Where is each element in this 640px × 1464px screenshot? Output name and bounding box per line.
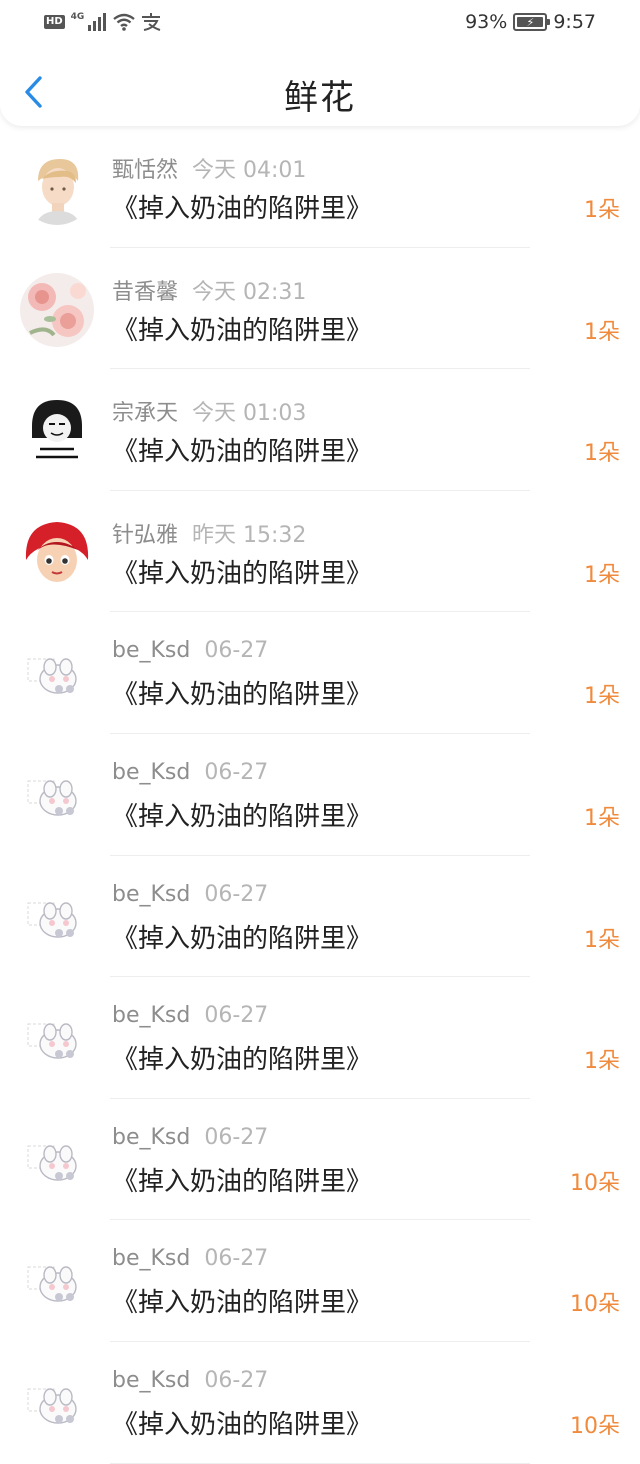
sent-time: 今天 02:31 bbox=[192, 279, 307, 305]
sent-time: 06-27 bbox=[204, 1246, 269, 1272]
sender-name: be_Ksd 06-27 bbox=[112, 1368, 268, 1393]
avatar-redhair-girl[interactable] bbox=[20, 515, 94, 590]
flower-count: 1朵 bbox=[584, 198, 620, 223]
sent-time: 06-27 bbox=[204, 1003, 269, 1029]
sender-name: 甄恬然 今天 04:01 bbox=[112, 152, 306, 184]
book-title: 《掉入奶油的陷阱里》 bbox=[112, 1409, 373, 1440]
sender-name: 昔香馨 今天 02:31 bbox=[112, 274, 306, 306]
sender-name: be_Ksd 06-27 bbox=[112, 1003, 268, 1028]
avatar-default[interactable] bbox=[20, 1366, 94, 1441]
avatar-meme[interactable] bbox=[20, 394, 94, 469]
avatar-default[interactable] bbox=[20, 880, 94, 955]
list-item[interactable]: 宗承天 今天 01:03 《掉入奶油的陷阱里》 1朵 bbox=[0, 369, 640, 491]
sent-time: 06-27 bbox=[204, 1124, 269, 1150]
avatar-anime-boy[interactable] bbox=[20, 151, 94, 225]
book-title: 《掉入奶油的陷阱里》 bbox=[112, 558, 373, 589]
sender-name: be_Ksd 06-27 bbox=[112, 638, 268, 663]
sender-name-text: 宗承天 bbox=[112, 401, 179, 427]
book-title: 《掉入奶油的陷阱里》 bbox=[112, 315, 373, 346]
battery-icon: ⚡ bbox=[513, 13, 551, 31]
book-title: 《掉入奶油的陷阱里》 bbox=[112, 923, 373, 954]
avatar-default[interactable] bbox=[20, 758, 94, 833]
sender-name-text: be_Ksd bbox=[112, 759, 191, 785]
avatar-default[interactable] bbox=[20, 1123, 94, 1198]
list-item[interactable]: be_Ksd 06-27 《掉入奶油的陷阱里》 1朵 bbox=[0, 977, 640, 1099]
sender-name-text: be_Ksd bbox=[112, 638, 191, 664]
list-item[interactable]: 昔香馨 今天 02:31 《掉入奶油的陷阱里》 1朵 bbox=[0, 248, 640, 370]
flower-count: 10朵 bbox=[570, 1170, 620, 1196]
list-item[interactable]: be_Ksd 06-27 《掉入奶油的陷阱里》 10朵 bbox=[0, 1099, 640, 1221]
list-item[interactable]: be_Ksd 06-27 《掉入奶油的陷阱里》 10朵 bbox=[0, 1220, 640, 1342]
book-title: 《掉入奶油的陷阱里》 bbox=[112, 801, 373, 832]
signal-icon bbox=[88, 13, 107, 31]
list-item[interactable]: 甄恬然 今天 04:01 《掉入奶油的陷阱里》 1朵 bbox=[0, 126, 640, 248]
flower-count: 1朵 bbox=[584, 684, 620, 710]
divider bbox=[110, 1462, 530, 1464]
flower-count: 1朵 bbox=[584, 927, 620, 953]
battery-percent: 93% bbox=[465, 11, 508, 33]
avatar-flowers[interactable] bbox=[20, 272, 94, 347]
sender-name: be_Ksd 06-27 bbox=[112, 882, 268, 907]
sender-name-text: 针弘雅 bbox=[112, 522, 179, 548]
wifi-icon bbox=[113, 13, 136, 31]
avatar-default[interactable] bbox=[20, 1002, 94, 1077]
sent-time: 06-27 bbox=[204, 638, 269, 664]
book-title: 《掉入奶油的陷阱里》 bbox=[112, 194, 373, 224]
list-item[interactable]: be_Ksd 06-27 《掉入奶油的陷阱里》 1朵 bbox=[0, 856, 640, 978]
sender-name-text: 甄恬然 bbox=[112, 158, 179, 183]
book-title: 《掉入奶油的陷阱里》 bbox=[112, 1288, 373, 1319]
flower-count: 10朵 bbox=[570, 1413, 620, 1439]
sender-name: 宗承天 今天 01:03 bbox=[112, 395, 306, 427]
page-title: 鲜花 bbox=[284, 78, 356, 118]
network-type: 4G bbox=[70, 12, 85, 22]
sender-name-text: be_Ksd bbox=[112, 881, 191, 907]
list-item[interactable]: 针弘雅 昨天 15:32 《掉入奶油的陷阱里》 1朵 bbox=[0, 491, 640, 613]
status-left: HD 4G bbox=[44, 10, 162, 34]
sender-name: 针弘雅 昨天 15:32 bbox=[112, 517, 306, 549]
status-bar: HD 4G 93% ⚡ 9:57 bbox=[0, 0, 640, 44]
flower-count: 1朵 bbox=[584, 805, 620, 831]
sent-time: 06-27 bbox=[204, 759, 269, 785]
status-right: 93% ⚡ 9:57 bbox=[465, 8, 596, 36]
avatar-default[interactable] bbox=[20, 637, 94, 712]
flower-count: 1朵 bbox=[584, 562, 620, 588]
flower-count: 1朵 bbox=[584, 319, 620, 345]
sent-time: 06-27 bbox=[204, 1367, 269, 1393]
sent-time: 昨天 15:32 bbox=[192, 522, 307, 548]
clock: 9:57 bbox=[553, 11, 596, 33]
list-item[interactable]: be_Ksd 06-27 《掉入奶油的陷阱里》 10朵 bbox=[0, 1342, 640, 1464]
sender-name-text: be_Ksd bbox=[112, 1003, 191, 1029]
book-title: 《掉入奶油的陷阱里》 bbox=[112, 1045, 373, 1076]
book-title: 《掉入奶油的陷阱里》 bbox=[112, 437, 373, 468]
sent-time: 06-27 bbox=[204, 881, 269, 907]
flower-count: 10朵 bbox=[570, 1292, 620, 1318]
sender-name: be_Ksd 06-27 bbox=[112, 760, 268, 785]
flower-count: 1朵 bbox=[584, 441, 620, 467]
hd-badge: HD bbox=[44, 15, 65, 29]
sender-name-text: 昔香馨 bbox=[112, 279, 179, 305]
list-item[interactable]: be_Ksd 06-27 《掉入奶油的陷阱里》 1朵 bbox=[0, 734, 640, 856]
sender-name-text: be_Ksd bbox=[112, 1367, 191, 1393]
list-item[interactable]: be_Ksd 06-27 《掉入奶油的陷阱里》 1朵 bbox=[0, 612, 640, 734]
sent-time: 今天 01:03 bbox=[192, 401, 307, 427]
sender-name: be_Ksd 06-27 bbox=[112, 1125, 268, 1150]
flower-list: 甄恬然 今天 04:01 《掉入奶油的陷阱里》 1朵 昔香馨 今天 02:31 《掉… bbox=[0, 126, 640, 1464]
sender-name-text: be_Ksd bbox=[112, 1124, 191, 1150]
sent-time: 今天 04:01 bbox=[192, 158, 307, 183]
avatar-default[interactable] bbox=[20, 1245, 94, 1320]
sender-name-text: be_Ksd bbox=[112, 1246, 191, 1272]
alipay-icon bbox=[142, 13, 161, 31]
app-header: HD 4G 93% ⚡ 9:57 鲜花 bbox=[0, 0, 640, 126]
book-title: 《掉入奶油的陷阱里》 bbox=[112, 1166, 373, 1197]
sender-name: be_Ksd 06-27 bbox=[112, 1246, 268, 1271]
flower-count: 1朵 bbox=[584, 1049, 620, 1075]
book-title: 《掉入奶油的陷阱里》 bbox=[112, 680, 373, 711]
